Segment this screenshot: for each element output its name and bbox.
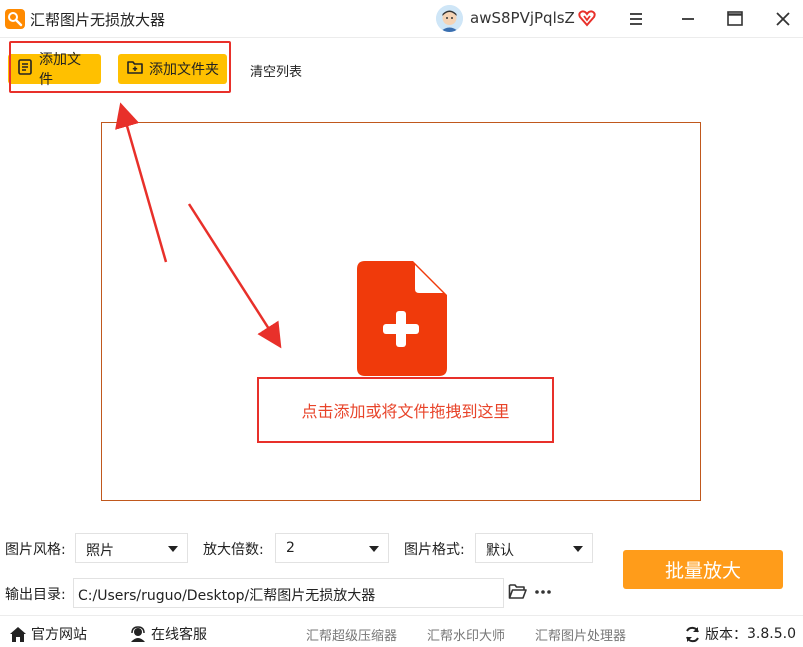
output-path-field[interactable]: C:/Users/ruguo/Desktop/汇帮图片无损放大器	[73, 578, 504, 608]
scale-select-value: 2	[286, 540, 295, 556]
add-folder-button[interactable]: 添加文件夹	[118, 54, 227, 84]
app-title: 汇帮图片无损放大器	[30, 11, 166, 29]
chevron-down-icon	[369, 546, 379, 552]
style-select[interactable]: 照片	[75, 533, 188, 563]
batch-upscale-button[interactable]: 批量放大	[623, 550, 783, 589]
official-site-label: 官方网站	[31, 627, 87, 643]
version-value: 3.8.5.0	[747, 626, 796, 642]
footer-link-watermark[interactable]: 汇帮水印大师	[427, 625, 505, 644]
folder-open-icon[interactable]	[508, 583, 527, 604]
drop-zone[interactable]: 点击添加或将文件拖拽到这里	[101, 122, 701, 501]
version-label: 版本：	[705, 627, 747, 643]
scale-label: 放大倍数:	[203, 542, 264, 558]
style-select-value: 照片	[86, 543, 114, 559]
add-file-label: 添加文件	[39, 52, 81, 88]
add-file-icon	[357, 261, 447, 380]
chevron-down-icon	[573, 546, 583, 552]
online-service-label: 在线客服	[151, 627, 207, 643]
username[interactable]: awS8PVjPqlsZ	[470, 9, 575, 27]
online-service-link[interactable]: 在线客服	[129, 624, 207, 644]
vip-heart-icon[interactable]	[578, 9, 596, 31]
title-bar: 汇帮图片无损放大器 awS8PVjPqlsZ	[0, 0, 803, 38]
drop-hint-highlight-box: 点击添加或将文件拖拽到这里	[257, 377, 554, 443]
folder-plus-icon	[126, 58, 144, 80]
drop-hint-text: 点击添加或将文件拖拽到这里	[301, 402, 510, 421]
format-select-value: 默认	[486, 543, 514, 559]
more-options-icon[interactable]	[534, 583, 552, 604]
app-logo-icon	[5, 9, 25, 29]
close-icon[interactable]	[772, 8, 794, 30]
footer-link-image-processor[interactable]: 汇帮图片处理器	[535, 625, 626, 644]
clear-list-button[interactable]: 清空列表	[250, 61, 302, 80]
official-site-link[interactable]: 官方网站	[9, 624, 87, 644]
minimize-icon[interactable]	[677, 8, 699, 30]
home-icon	[10, 626, 26, 642]
version-info[interactable]: 版本： 3.8.5.0	[684, 624, 796, 644]
format-select[interactable]: 默认	[475, 533, 593, 563]
menu-icon[interactable]	[625, 8, 647, 30]
scale-select[interactable]: 2	[275, 533, 389, 563]
toolbar: 添加文件 添加文件夹 清空列表	[0, 39, 803, 101]
format-label: 图片格式:	[404, 542, 465, 558]
footer: 官方网站 在线客服 汇帮超级压缩器 汇帮水印大师 汇帮图片处理器 版本： 3.8…	[0, 615, 803, 647]
footer-link-compressor[interactable]: 汇帮超级压缩器	[306, 625, 397, 644]
output-label: 输出目录:	[5, 587, 66, 603]
chevron-down-icon	[168, 546, 178, 552]
file-list-icon	[16, 58, 34, 80]
add-folder-label: 添加文件夹	[149, 62, 219, 78]
avatar[interactable]	[436, 5, 463, 32]
style-label: 图片风格:	[5, 542, 66, 558]
maximize-icon[interactable]	[724, 8, 746, 30]
add-file-button[interactable]: 添加文件	[8, 52, 101, 88]
headset-icon	[131, 625, 145, 642]
refresh-icon	[686, 626, 699, 642]
